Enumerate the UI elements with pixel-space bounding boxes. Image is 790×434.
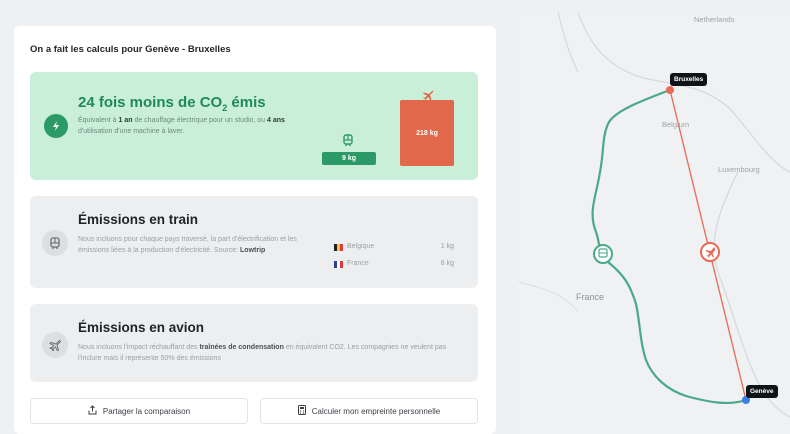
summary-description: Équivalent à 1 an de chauffage électriqu…	[78, 117, 285, 135]
plane-emissions-card: Émissions en avion Nous incluons l'impac…	[30, 304, 478, 382]
train-icon	[342, 134, 354, 152]
destination-city-tag: Bruxelles	[670, 73, 708, 86]
map-label-belgium: Belgium	[662, 120, 690, 129]
origin-city-tag: Genève	[746, 385, 778, 398]
page-title: On a fait les calculs pour Genève - Brux…	[30, 44, 231, 55]
summary-title: 24 fois moins de CO2 émis	[78, 94, 266, 113]
summary-card: 24 fois moins de CO2 émis Équivalent à 1…	[30, 72, 478, 180]
plane-card-description: Nous incluons l'impact réchauffant des t…	[78, 344, 447, 362]
country-row-belgique: Belgique 1 kg	[334, 242, 454, 254]
belgium-flag-icon	[334, 244, 343, 251]
plane-icon	[42, 332, 68, 358]
map-label-netherlands: Netherlands	[694, 15, 735, 24]
train-route-marker[interactable]	[593, 244, 613, 264]
train-emissions-card: Émissions en train Nous incluons pour ch…	[30, 196, 478, 288]
map-canvas	[518, 12, 790, 418]
route-map[interactable]: Netherlands Belgium Luxembourg France Br…	[518, 12, 790, 434]
calculator-icon	[297, 405, 306, 417]
plane-emission-bar: 218 kg	[400, 100, 454, 166]
plane-card-title: Émissions en avion	[78, 320, 205, 335]
share-comparison-button[interactable]: Partager la comparaison	[30, 398, 248, 424]
france-flag-icon	[334, 261, 343, 268]
map-label-france: France	[576, 292, 605, 302]
bolt-icon	[44, 114, 68, 138]
comparison-panel: On a fait les calculs pour Genève - Brux…	[14, 26, 496, 434]
train-emission-bar: 9 kg	[322, 152, 376, 165]
share-comparison-label: Partager la comparaison	[102, 406, 191, 416]
train-card-description: Nous incluons pour chaque pays traversé,…	[78, 236, 297, 254]
map-label-luxembourg: Luxembourg	[718, 165, 760, 174]
calculate-footprint-label: Calculer mon empreinte personnelle	[311, 406, 441, 416]
brussels-marker[interactable]	[666, 86, 674, 94]
country-row-france: France 8 kg	[334, 259, 454, 271]
train-icon	[42, 230, 68, 256]
flight-route-marker[interactable]	[700, 242, 720, 262]
calculate-footprint-button[interactable]: Calculer mon empreinte personnelle	[260, 398, 478, 424]
share-icon	[88, 405, 97, 417]
train-card-title: Émissions en train	[78, 212, 199, 227]
